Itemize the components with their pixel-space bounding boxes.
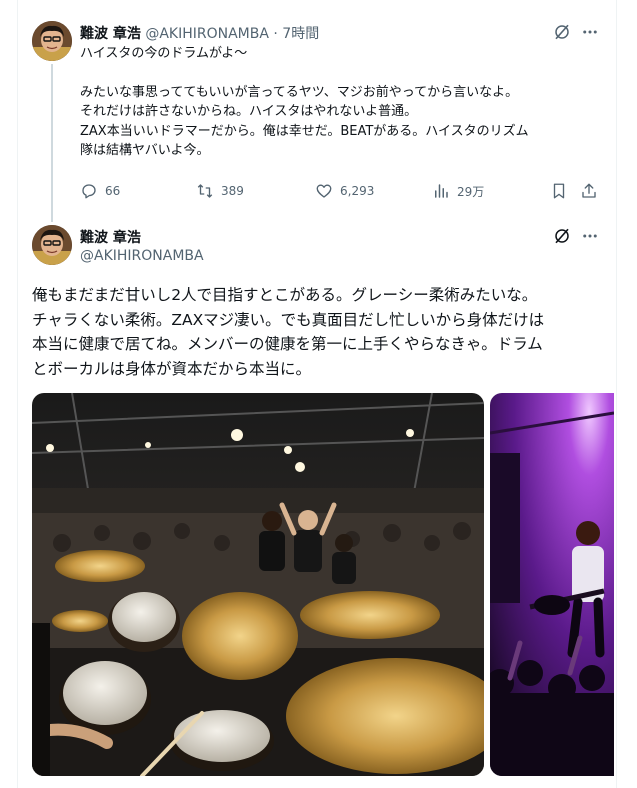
media-photo-drums[interactable] bbox=[32, 393, 484, 776]
handle[interactable]: @AKIHIRONAMBA bbox=[80, 248, 204, 264]
display-name[interactable]: 難波 章浩 bbox=[80, 230, 141, 246]
timestamp[interactable]: 7時間 bbox=[282, 26, 319, 42]
reply-icon bbox=[82, 184, 96, 199]
tweet-text: ハイスタの今のドラムがよ〜 みたいな事思っててもいいが言ってるヤツ、マジお前やっ… bbox=[80, 46, 529, 159]
display-name[interactable]: 難波 章浩 bbox=[80, 26, 141, 42]
avatar[interactable] bbox=[32, 21, 72, 61]
media-photo-guitarist[interactable] bbox=[490, 393, 614, 776]
grok-icon[interactable] bbox=[552, 226, 572, 246]
action-bar: 66 389 6,293 29万 bbox=[80, 182, 610, 204]
grok-icon[interactable] bbox=[552, 22, 572, 42]
share-button[interactable] bbox=[580, 182, 598, 200]
heart-icon bbox=[316, 184, 332, 198]
bookmark-button[interactable] bbox=[550, 182, 568, 200]
reply-count: 66 bbox=[105, 184, 121, 198]
repost-button[interactable]: 389 bbox=[196, 182, 244, 200]
like-count: 6,293 bbox=[340, 184, 375, 198]
bookmark-icon bbox=[553, 183, 565, 199]
repost-count: 389 bbox=[221, 184, 244, 198]
avatar[interactable] bbox=[32, 225, 72, 265]
more-icon[interactable] bbox=[580, 22, 600, 42]
tweet-text: 俺もまだまだ甘いし2人で目指すとこがある。グレーシー柔術みたいな。 チャラくない… bbox=[32, 286, 545, 378]
repost-icon bbox=[197, 184, 213, 198]
thread-line bbox=[51, 64, 53, 222]
tweet-header: 難波 章浩 bbox=[80, 227, 141, 247]
share-icon bbox=[582, 183, 596, 198]
like-button[interactable]: 6,293 bbox=[315, 182, 374, 200]
views-icon bbox=[435, 184, 448, 198]
handle[interactable]: @AKIHIRONAMBA bbox=[145, 26, 269, 42]
more-icon[interactable] bbox=[580, 226, 600, 246]
tweet-header: 難波 章浩 @AKIHIRONAMBA · 7時間 bbox=[80, 23, 319, 43]
views-button[interactable]: 29万 bbox=[432, 182, 484, 200]
reply-button[interactable]: 66 bbox=[80, 182, 120, 200]
separator: · bbox=[273, 26, 278, 42]
view-count: 29万 bbox=[457, 184, 485, 199]
